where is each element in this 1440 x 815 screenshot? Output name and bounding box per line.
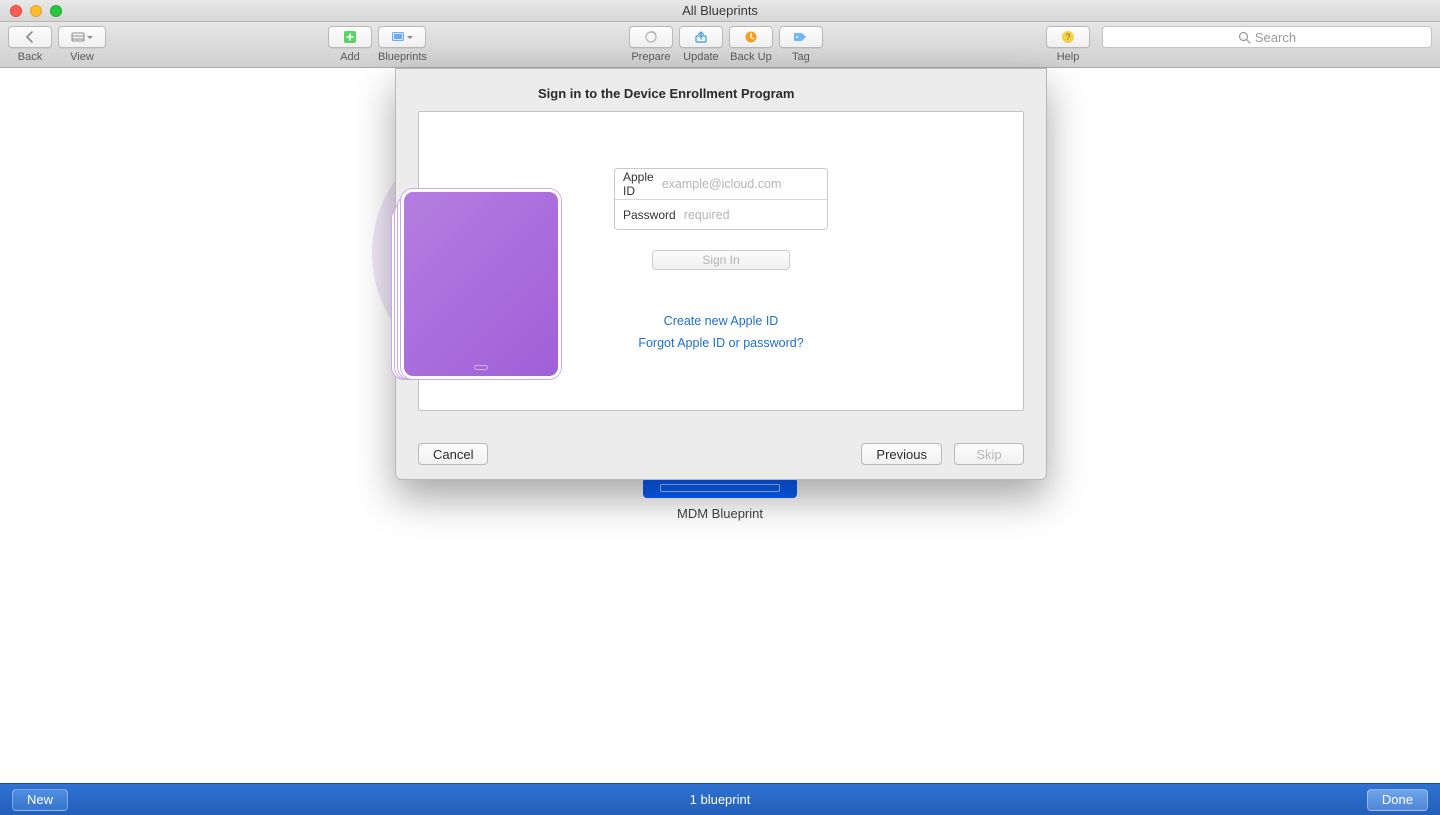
update-button[interactable] (679, 26, 723, 48)
skip-button[interactable]: Skip (954, 443, 1024, 465)
content-area: MDM Blueprint Sign in to the Device Enro… (0, 68, 1440, 783)
done-button[interactable]: Done (1367, 789, 1428, 811)
blueprint-icon (643, 478, 797, 498)
blueprints-label: Blueprints (378, 51, 427, 63)
cancel-button[interactable]: Cancel (418, 443, 488, 465)
add-label: Add (340, 51, 360, 63)
help-label: Help (1057, 51, 1080, 63)
back-button[interactable] (8, 26, 52, 48)
blueprints-button[interactable] (378, 26, 426, 48)
signin-button[interactable]: Sign In (652, 250, 790, 270)
toolbar: Back View Add (0, 22, 1440, 68)
login-form: Apple ID Password (614, 168, 828, 230)
previous-button[interactable]: Previous (861, 443, 942, 465)
help-button[interactable]: ? (1046, 26, 1090, 48)
window-controls (10, 5, 62, 17)
zoom-window-icon[interactable] (50, 5, 62, 17)
back-label: Back (18, 51, 42, 63)
search-icon (1238, 31, 1251, 44)
update-label: Update (683, 51, 718, 63)
forgot-appleid-link[interactable]: Forgot Apple ID or password? (638, 336, 803, 350)
appleid-input[interactable] (654, 169, 828, 199)
blueprint-item[interactable]: MDM Blueprint (642, 478, 798, 521)
password-input[interactable] (676, 200, 828, 229)
search-input[interactable]: Search (1102, 26, 1432, 48)
window-title: All Blueprints (0, 3, 1440, 18)
new-button[interactable]: New (12, 789, 68, 811)
blueprint-label: MDM Blueprint (677, 506, 763, 521)
backup-button[interactable] (729, 26, 773, 48)
status-text: 1 blueprint (0, 792, 1440, 807)
close-window-icon[interactable] (10, 5, 22, 17)
tag-button[interactable] (779, 26, 823, 48)
backup-label: Back Up (730, 51, 772, 63)
view-button[interactable] (58, 26, 106, 48)
prepare-button[interactable] (629, 26, 673, 48)
bottom-bar: New 1 blueprint Done (0, 783, 1440, 815)
password-label: Password (615, 200, 676, 229)
titlebar: All Blueprints (0, 0, 1440, 22)
minimize-window-icon[interactable] (30, 5, 42, 17)
create-appleid-link[interactable]: Create new Apple ID (664, 314, 779, 328)
view-label: View (70, 51, 94, 63)
svg-text:?: ? (1065, 32, 1070, 42)
add-button[interactable] (328, 26, 372, 48)
search-placeholder: Search (1255, 30, 1296, 45)
sheet-heading: Sign in to the Device Enrollment Program (396, 69, 1046, 111)
prepare-label: Prepare (631, 51, 670, 63)
appleid-label: Apple ID (615, 169, 654, 199)
tag-label: Tag (792, 51, 810, 63)
